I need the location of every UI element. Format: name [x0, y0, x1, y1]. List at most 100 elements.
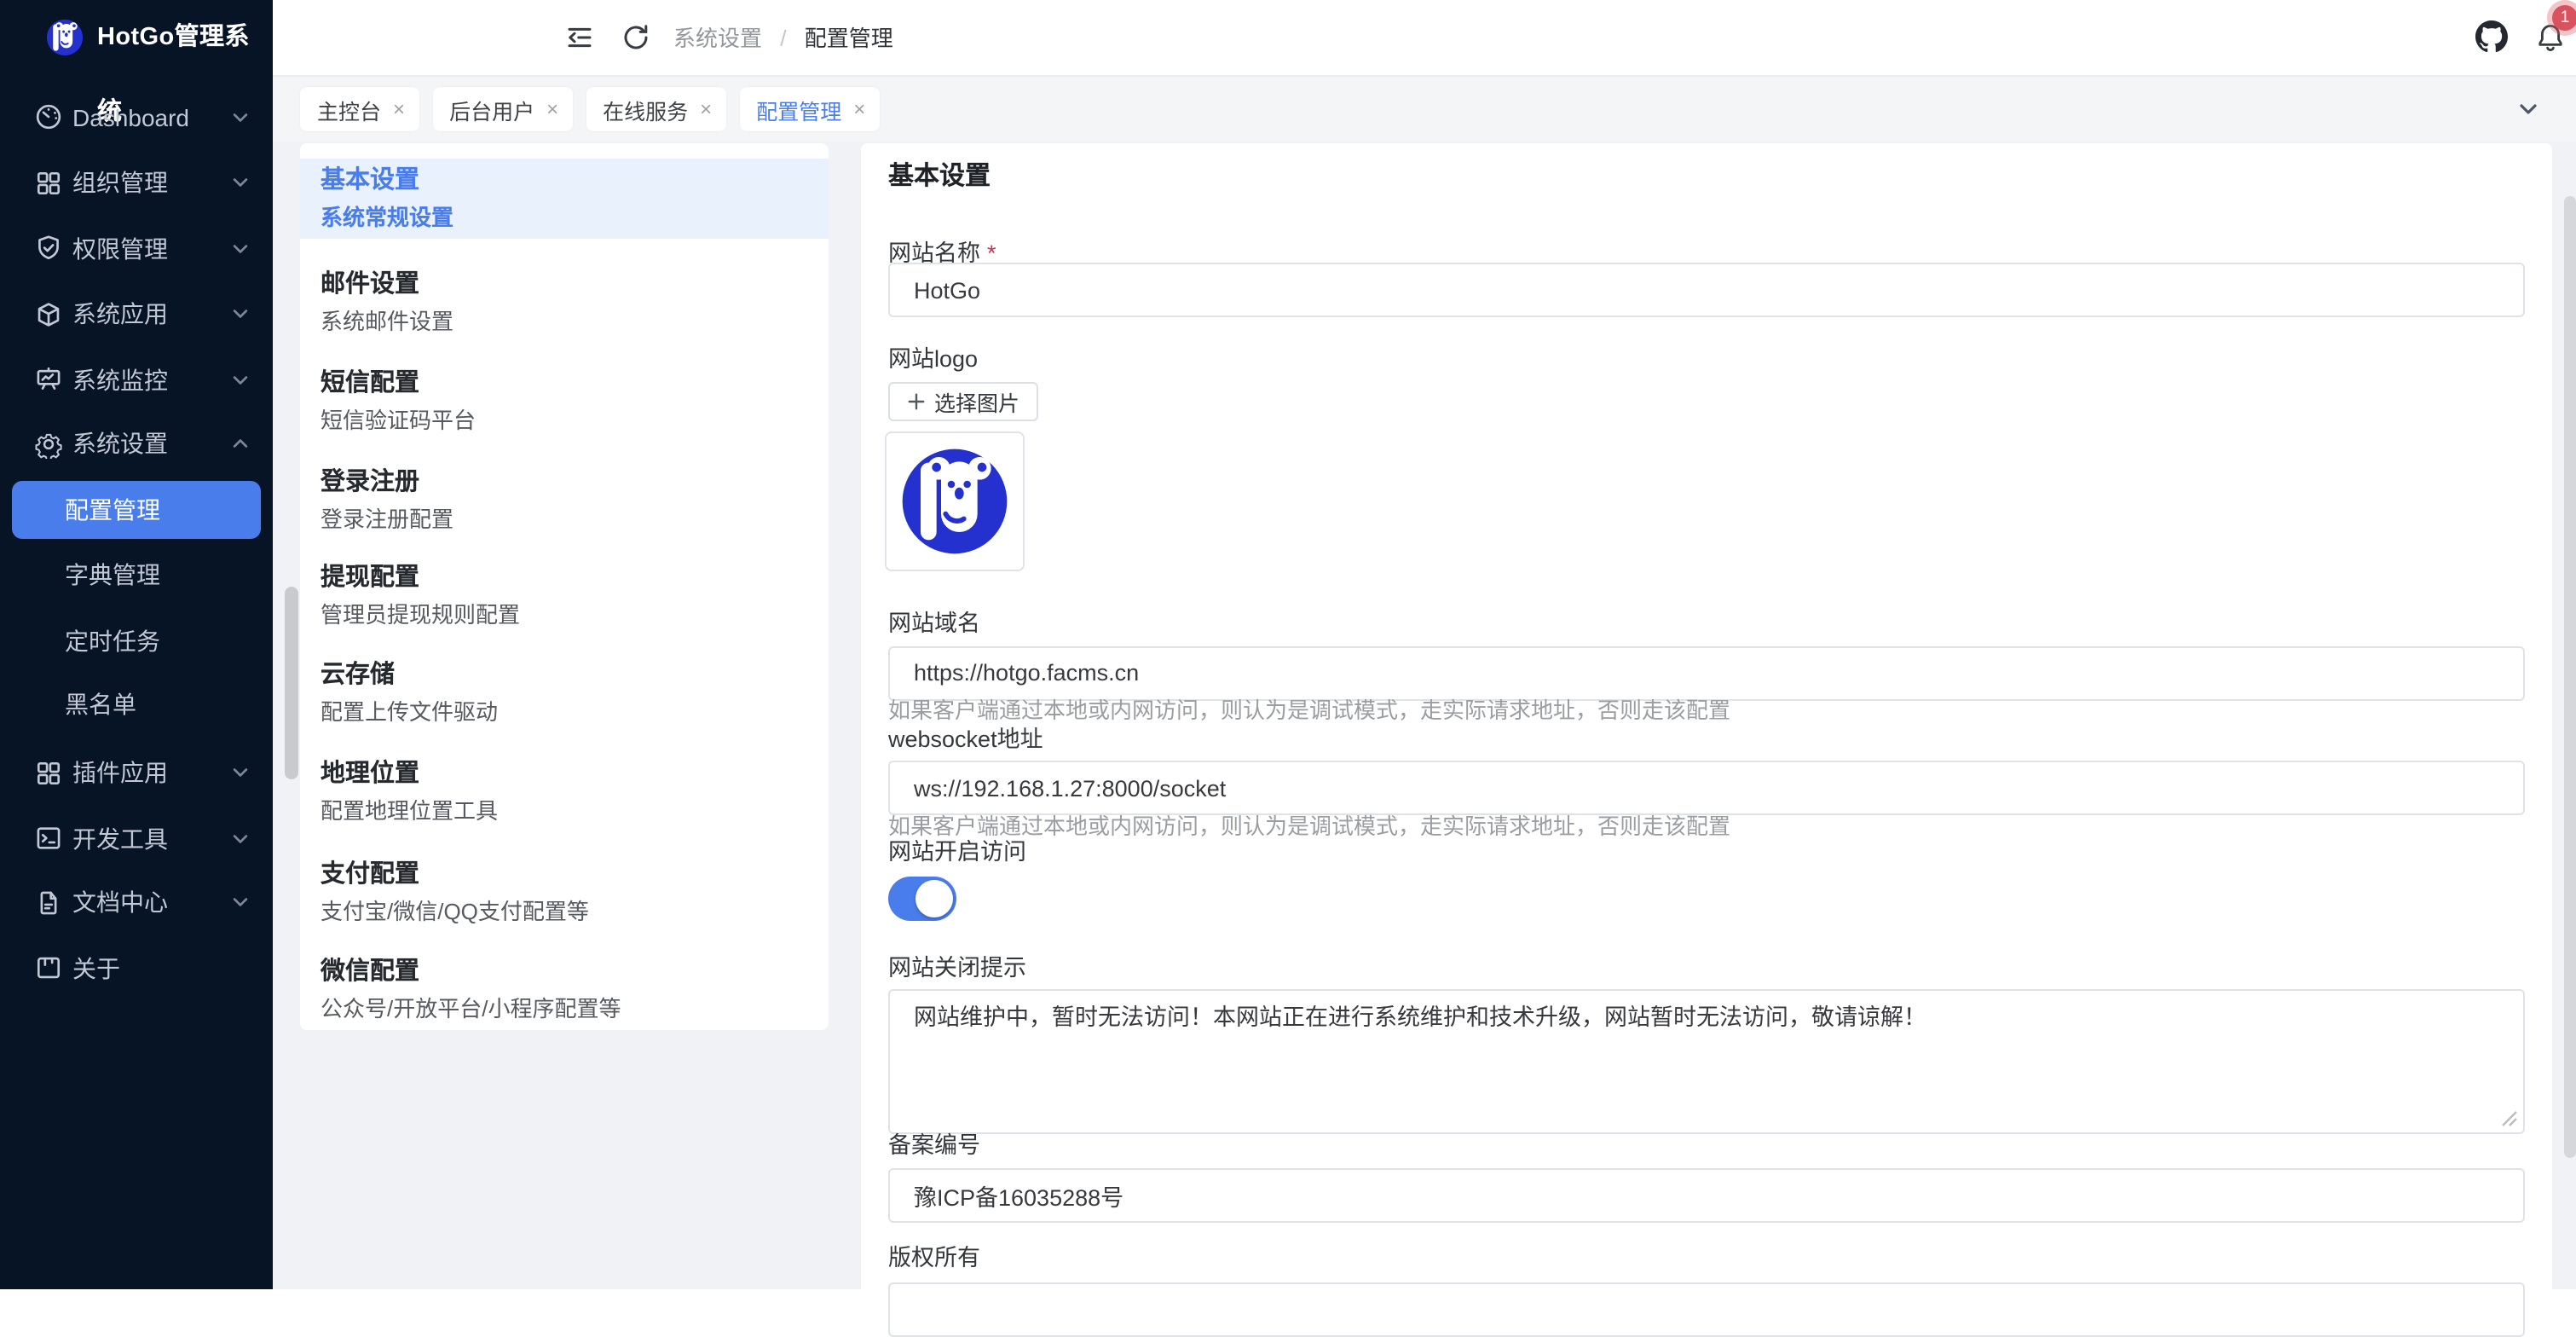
breadcrumb-separator: / — [780, 26, 786, 51]
tab-config-management[interactable]: 配置管理 × — [739, 87, 879, 131]
settings-nav-item-login[interactable]: 登录注册 登录注册配置 — [321, 466, 808, 533]
sidebar-item-about[interactable]: 关于 — [0, 942, 273, 993]
chevron-down-icon — [230, 172, 251, 193]
settings-nav-title: 提现配置 — [321, 563, 808, 593]
domain-input[interactable] — [888, 645, 2525, 700]
sidebar-item-system-app[interactable]: 系统应用 — [0, 288, 273, 339]
chevron-down-icon — [230, 828, 251, 848]
tab-close-icon[interactable]: × — [700, 99, 712, 119]
chevron-up-icon — [230, 433, 251, 454]
settings-nav-subtitle: 公众号/开放平台/小程序配置等 — [321, 993, 808, 1022]
settings-nav-title: 短信配置 — [321, 368, 808, 398]
tab-online-service[interactable]: 在线服务 × — [586, 87, 725, 131]
settings-nav-scrollbar-thumb[interactable] — [285, 587, 298, 779]
breadcrumb-parent[interactable]: 系统设置 — [673, 26, 762, 51]
settings-nav-title: 云存储 — [321, 660, 808, 691]
chevron-down-icon — [230, 892, 251, 912]
settings-nav-title: 基本设置 — [321, 165, 808, 195]
chevron-down-icon — [230, 762, 251, 783]
tab-close-icon[interactable]: × — [546, 99, 558, 119]
basic-settings-form-card: 基本设置 网站名称* 网站logo 选择图片 网站域名 如果客户端通过本地或内网… — [860, 143, 2552, 1337]
sidebar-item-plugins[interactable]: 插件应用 — [0, 747, 273, 798]
breadcrumb-current[interactable]: 配置管理 — [805, 26, 893, 51]
sidebar-subitem-cron[interactable]: 定时任务 — [0, 615, 273, 666]
tab-label: 主控台 — [314, 93, 384, 125]
required-asterisk: * — [987, 240, 996, 265]
sidebar-item-system-settings[interactable]: 系统设置 — [0, 418, 273, 469]
sidebar-subitem-blacklist[interactable]: 黑名单 — [0, 679, 273, 730]
github-icon[interactable] — [2475, 20, 2506, 51]
settings-nav-subtitle: 管理员提现规则配置 — [321, 600, 808, 629]
settings-nav-item-geo[interactable]: 地理位置 配置地理位置工具 — [321, 759, 808, 825]
settings-nav-item-withdraw[interactable]: 提现配置 管理员提现规则配置 — [321, 563, 808, 629]
sidebar-item-permission[interactable]: 权限管理 — [0, 223, 273, 274]
settings-nav-subtitle: 短信验证码平台 — [321, 405, 808, 434]
icp-label: 备案编号 — [888, 1130, 980, 1160]
tab-close-icon[interactable]: × — [853, 99, 865, 119]
pick-image-button[interactable]: 选择图片 — [888, 381, 1038, 420]
cube-icon — [34, 299, 63, 328]
domain-label: 网站域名 — [888, 609, 980, 640]
tabs: 主控台 × 后台用户 × 在线服务 × 配置管理 × — [300, 87, 879, 131]
websocket-input[interactable] — [888, 761, 2525, 815]
sidebar-item-label: 关于 — [72, 942, 120, 993]
settings-nav-item-storage[interactable]: 云存储 配置上传文件驱动 — [321, 660, 808, 726]
copyright-label: 版权所有 — [888, 1243, 980, 1274]
sidebar-item-monitor[interactable]: 系统监控 — [0, 354, 273, 405]
icp-input[interactable] — [888, 1168, 2525, 1223]
settings-nav-subtitle: 支付宝/微信/QQ支付配置等 — [321, 896, 808, 925]
chevron-down-icon — [230, 238, 251, 258]
site-access-label: 网站开启访问 — [888, 837, 1026, 868]
content-area: 基本设置 系统常规设置 邮件设置 系统邮件设置 短信配置 短信验证码平台 登录注… — [273, 142, 2576, 1289]
sidebar-subitem-config-management[interactable]: 配置管理 — [12, 480, 261, 539]
sidebar-item-organization[interactable]: 组织管理 — [0, 157, 273, 208]
settings-nav-title: 地理位置 — [321, 759, 808, 790]
settings-nav-item-basic[interactable]: 基本设置 系统常规设置 — [300, 158, 829, 238]
grid-icon — [34, 758, 63, 787]
copyright-input[interactable] — [888, 1282, 2525, 1336]
settings-nav-subtitle: 配置上传文件驱动 — [321, 697, 808, 726]
page-scrollbar-thumb[interactable] — [2564, 196, 2576, 1158]
site-logo-image — [899, 446, 1008, 555]
tab-close-icon[interactable]: × — [393, 99, 405, 119]
tab-dashboard[interactable]: 主控台 × — [300, 87, 419, 131]
site-access-toggle[interactable] — [888, 876, 956, 920]
brand-title: HotGo管理系统 — [97, 0, 273, 75]
sidebar-item-docs[interactable]: 文档中心 — [0, 877, 273, 928]
settings-nav-item-email[interactable]: 邮件设置 系统邮件设置 — [321, 269, 808, 335]
gear-icon — [34, 429, 63, 458]
sidebar: HotGo管理系统 Dashboard 组织管理 权限管理 — [0, 0, 273, 1289]
sidebar-item-label: Dashboard — [72, 91, 189, 142]
settings-nav-item-wechat[interactable]: 微信配置 公众号/开放平台/小程序配置等 — [321, 956, 808, 1022]
plus-icon — [907, 391, 926, 410]
sidebar-item-dashboard[interactable]: Dashboard — [0, 91, 273, 142]
sidebar-collapse-icon[interactable] — [564, 22, 595, 53]
top-header: 系统设置 / 配置管理 1 — [273, 0, 2576, 77]
close-tip-textarea[interactable]: 网站维护中，暂时无法访问！本网站正在进行系统维护和技术升级，网站暂时无法访问，敬… — [888, 989, 2525, 1134]
websocket-label: websocket地址 — [888, 724, 1043, 755]
sidebar-subitem-dictionary[interactable]: 字典管理 — [0, 549, 273, 600]
brand[interactable]: HotGo管理系统 — [0, 0, 273, 75]
form-title: 基本设置 — [888, 157, 991, 193]
tab-admin-users[interactable]: 后台用户 × — [432, 87, 572, 131]
tabs-menu-chevron-icon[interactable] — [2516, 97, 2540, 121]
site-name-input[interactable] — [888, 263, 2525, 317]
sidebar-item-dev-tools[interactable]: 开发工具 — [0, 813, 273, 864]
settings-nav-item-sms[interactable]: 短信配置 短信验证码平台 — [321, 368, 808, 434]
site-logo-label: 网站logo — [888, 344, 978, 374]
sidebar-item-label: 组织管理 — [72, 157, 168, 208]
app-window: HotGo管理系统 Dashboard 组织管理 权限管理 — [0, 0, 2576, 1289]
sidebar-item-label: 系统应用 — [72, 288, 168, 339]
chevron-down-icon — [230, 304, 251, 324]
settings-nav-subtitle: 系统常规设置 — [321, 202, 808, 231]
chevron-down-icon — [230, 369, 251, 390]
chevron-down-icon — [230, 107, 251, 127]
site-logo-preview[interactable] — [884, 431, 1024, 570]
settings-nav-title: 登录注册 — [321, 466, 808, 497]
brand-logo-icon — [46, 19, 84, 56]
domain-helper-text: 如果客户端通过本地或内网访问，则认为是调试模式，走实际请求地址，否则走该配置 — [888, 696, 1730, 726]
refresh-icon[interactable] — [621, 22, 651, 53]
close-tip-label: 网站关闭提示 — [888, 952, 1026, 983]
dashboard-icon — [34, 102, 63, 131]
settings-nav-item-pay[interactable]: 支付配置 支付宝/微信/QQ支付配置等 — [321, 859, 808, 925]
